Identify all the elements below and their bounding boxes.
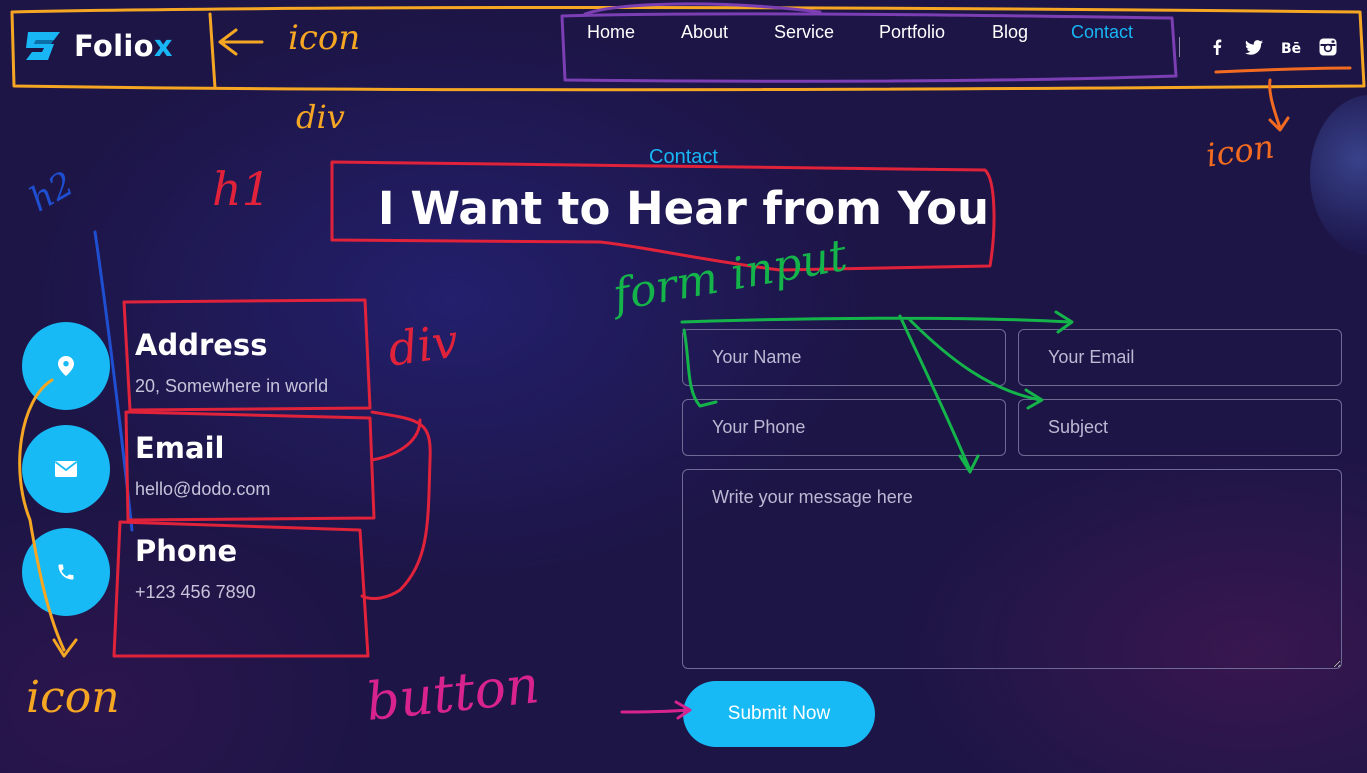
nav-item-contact[interactable]: Contact	[1071, 22, 1133, 43]
email-title: Email	[135, 431, 225, 465]
message-textarea[interactable]	[682, 469, 1342, 669]
annotation-label-button: button	[363, 655, 543, 733]
brand-name: Foliox	[74, 29, 173, 63]
instagram-icon[interactable]	[1317, 36, 1339, 58]
annotation-button-arrow	[620, 700, 692, 720]
nav-item-portfolio[interactable]: Portfolio	[879, 22, 945, 43]
nav-item-home[interactable]: Home	[587, 22, 635, 43]
submit-button[interactable]: Submit Now	[683, 681, 875, 747]
facebook-icon[interactable]	[1206, 36, 1228, 58]
nav-item-about[interactable]: About	[681, 22, 728, 43]
annotation-label-div: div	[296, 98, 345, 136]
phone-text: +123 456 7890	[135, 582, 256, 602]
envelope-icon	[22, 425, 110, 513]
logo-mark-icon	[26, 32, 60, 60]
logo[interactable]: Foliox	[24, 28, 173, 64]
section-subtitle: Contact	[649, 146, 718, 168]
name-input[interactable]	[682, 329, 1006, 386]
email-input[interactable]	[1018, 329, 1342, 386]
twitter-icon[interactable]	[1243, 36, 1265, 58]
email-text: hello@dodo.com	[135, 479, 271, 499]
nav-divider	[1179, 37, 1180, 57]
annotation-label-div-right: div	[384, 313, 462, 377]
section-title: I Want to Hear from You	[377, 182, 990, 235]
phone-icon	[22, 528, 110, 616]
nav-item-blog[interactable]: Blog	[992, 22, 1028, 43]
annotation-label-h1: h1	[212, 162, 271, 216]
location-pin-icon	[22, 322, 110, 410]
nav-item-service[interactable]: Service	[774, 22, 834, 43]
address-title: Address	[135, 328, 268, 362]
phone-title: Phone	[135, 534, 238, 568]
contact-info-address: Address 20, Somewhere in world	[22, 322, 382, 412]
annotation-label-icon-bottom: icon	[26, 672, 120, 723]
contact-info-phone: Phone +123 456 7890	[22, 528, 382, 618]
phone-input[interactable]	[682, 399, 1006, 456]
annotation-label-form-input: form input	[609, 229, 851, 322]
contact-info-email: Email hello@dodo.com	[22, 425, 382, 515]
annotation-label-icon-top: icon	[288, 18, 361, 58]
address-text: 20, Somewhere in world	[135, 376, 329, 396]
subject-input[interactable]	[1018, 399, 1342, 456]
behance-icon[interactable]: Bē	[1281, 36, 1303, 58]
svg-text:Bē: Bē	[1281, 41, 1301, 55]
site-header: Foliox Home About Service Portfolio Blog…	[0, 0, 1367, 94]
